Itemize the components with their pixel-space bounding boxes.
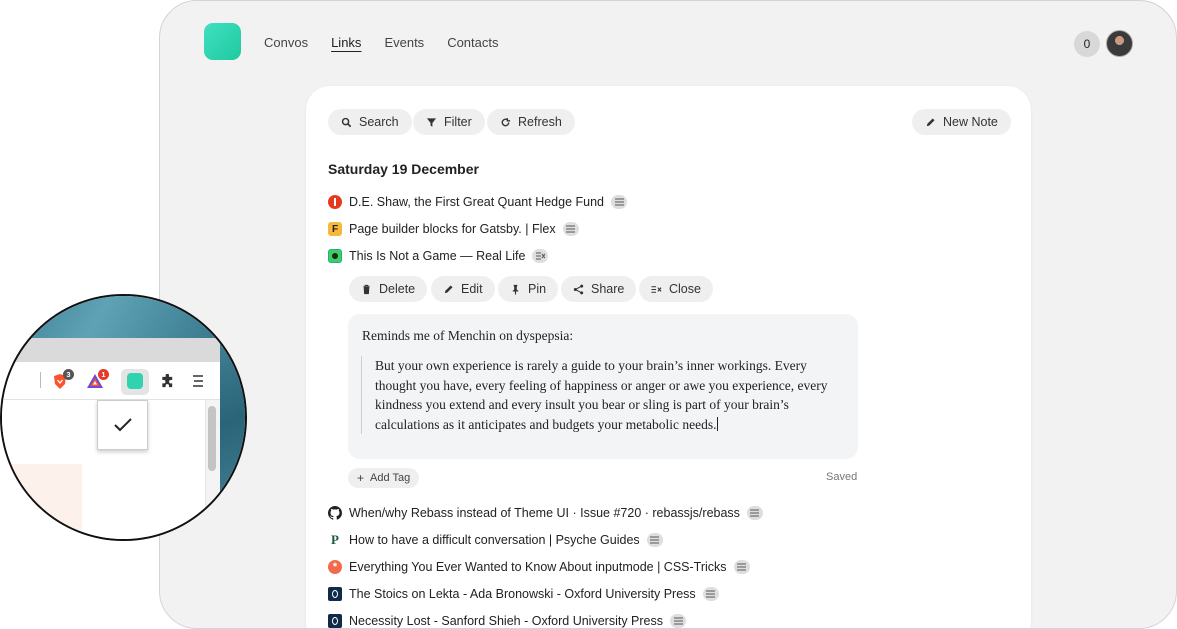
note-icon[interactable] — [562, 222, 579, 236]
pin-icon — [512, 284, 519, 295]
new-note-label: New Note — [943, 115, 998, 129]
brave-shield-icon[interactable]: 3 — [51, 369, 74, 390]
filter-label: Filter — [444, 115, 472, 129]
nav-events[interactable]: Events — [384, 35, 424, 50]
link-item[interactable]: * Everything You Ever Wanted to Know Abo… — [328, 560, 750, 574]
note-icon[interactable] — [746, 506, 763, 520]
pin-button[interactable]: Pin — [498, 276, 559, 302]
page-background-block — [2, 464, 82, 539]
link-title: Everything You Ever Wanted to Know About… — [349, 560, 727, 574]
scrollbar-thumb[interactable] — [208, 406, 216, 471]
note-blockquote[interactable]: But your own experience is rarely a guid… — [361, 356, 846, 434]
save-status: Saved — [826, 471, 858, 483]
link-title: This Is Not a Game — Real Life — [349, 249, 526, 263]
browser-tab-strip — [2, 338, 220, 362]
brave-badge: 3 — [63, 369, 74, 380]
oxford-favicon — [328, 614, 342, 628]
real-life-favicon — [328, 249, 342, 263]
menu-icon[interactable] — [189, 372, 207, 390]
note-icon[interactable] — [670, 614, 687, 628]
refresh-icon — [501, 117, 511, 126]
desktop-wallpaper — [2, 296, 245, 338]
search-label: Search — [359, 115, 399, 129]
link-title: When/why Rebass instead of Theme UI · Is… — [349, 506, 740, 520]
close-button[interactable]: Close — [639, 276, 713, 302]
edit-button[interactable]: Edit — [431, 276, 495, 302]
d-e-shaw-favicon — [328, 195, 342, 209]
app-window: Convos Links Events Contacts 0 Search Fi… — [159, 0, 1177, 629]
link-title: Page builder blocks for Gatsby. | Flex — [349, 222, 556, 236]
toolbar-divider — [40, 372, 41, 388]
text-cursor — [716, 416, 718, 431]
pencil-icon — [926, 117, 935, 126]
note-editor[interactable]: Reminds me of Menchin on dyspepsia: But … — [348, 314, 858, 459]
extensions-puzzle-icon[interactable] — [158, 372, 176, 390]
link-item[interactable]: P How to have a difficult conversation |… — [328, 532, 663, 547]
flex-favicon: F — [328, 222, 342, 236]
trash-icon — [363, 284, 370, 294]
oxford-favicon — [328, 587, 342, 601]
add-tag-button[interactable]: + Add Tag — [348, 468, 420, 488]
note-close-icon[interactable] — [532, 249, 549, 263]
add-tag-label: Add Tag — [370, 472, 411, 484]
share-label: Share — [591, 282, 625, 296]
link-item[interactable]: D.E. Shaw, the First Great Quant Hedge F… — [328, 195, 627, 209]
nav-links[interactable]: Links — [331, 35, 361, 50]
notification-count-badge[interactable]: 0 — [1074, 31, 1100, 57]
psyche-favicon: P — [331, 532, 339, 547]
share-icon — [573, 284, 584, 294]
note-icon[interactable] — [702, 587, 719, 601]
note-intro: Reminds me of Menchin on dyspepsia: — [362, 328, 574, 343]
delete-button[interactable]: Delete — [349, 276, 428, 302]
filter-icon — [426, 117, 437, 127]
link-item[interactable]: When/why Rebass instead of Theme UI · Is… — [328, 506, 763, 520]
extension-popup — [97, 400, 148, 450]
link-title: How to have a difficult conversation | P… — [349, 533, 640, 547]
delete-label: Delete — [379, 282, 416, 296]
note-icon[interactable] — [733, 560, 750, 574]
edit-label: Edit — [461, 282, 483, 296]
link-item[interactable]: The Stoics on Lekta - Ada Bronowski - Ox… — [328, 587, 719, 601]
filter-button[interactable]: Filter — [413, 109, 485, 135]
nav-contacts[interactable]: Contacts — [447, 35, 498, 50]
plus-icon: + — [357, 471, 365, 485]
pin-label: Pin — [528, 282, 547, 296]
close-label: Close — [669, 282, 701, 296]
links-panel: Search Filter Refresh New Note Saturday … — [306, 86, 1031, 628]
brave-rewards-icon[interactable]: 1 — [86, 369, 109, 390]
github-favicon — [328, 506, 342, 520]
checkmark-icon — [113, 418, 132, 432]
rewards-badge: 1 — [98, 369, 109, 380]
link-title: D.E. Shaw, the First Great Quant Hedge F… — [349, 195, 604, 209]
avatar[interactable] — [1106, 30, 1133, 57]
refresh-label: Refresh — [518, 115, 562, 129]
link-item[interactable]: F Page builder blocks for Gatsby. | Flex — [328, 222, 579, 236]
search-button[interactable]: Search — [328, 109, 412, 135]
main-nav: Convos Links Events Contacts — [264, 35, 499, 50]
pencil-icon — [444, 284, 453, 293]
search-icon — [341, 117, 352, 127]
share-button[interactable]: Share — [561, 276, 637, 302]
note-icon[interactable] — [611, 195, 627, 209]
link-title: Necessity Lost - Sanford Shieh - Oxford … — [349, 614, 664, 628]
note-quote-text: But your own experience is rarely a guid… — [375, 358, 828, 432]
refresh-button[interactable]: Refresh — [487, 109, 575, 135]
note-icon[interactable] — [646, 533, 663, 547]
link-title: The Stoics on Lekta - Ada Bronowski - Ox… — [349, 587, 696, 601]
link-item[interactable]: Necessity Lost - Sanford Shieh - Oxford … — [328, 614, 687, 628]
close-note-icon — [651, 285, 662, 293]
nav-convos[interactable]: Convos — [264, 35, 308, 50]
link-item-selected[interactable]: This Is Not a Game — Real Life — [328, 249, 549, 263]
desktop-wallpaper-edge — [220, 296, 245, 539]
app-logo[interactable] — [204, 23, 241, 60]
css-tricks-favicon: * — [328, 560, 342, 574]
date-heading: Saturday 19 December — [328, 161, 479, 177]
new-note-button[interactable]: New Note — [912, 109, 1011, 135]
app-extension-icon[interactable] — [126, 372, 144, 390]
browser-toolbar — [2, 362, 220, 400]
browser-toolbar-magnifier: 3 1 — [0, 294, 247, 541]
